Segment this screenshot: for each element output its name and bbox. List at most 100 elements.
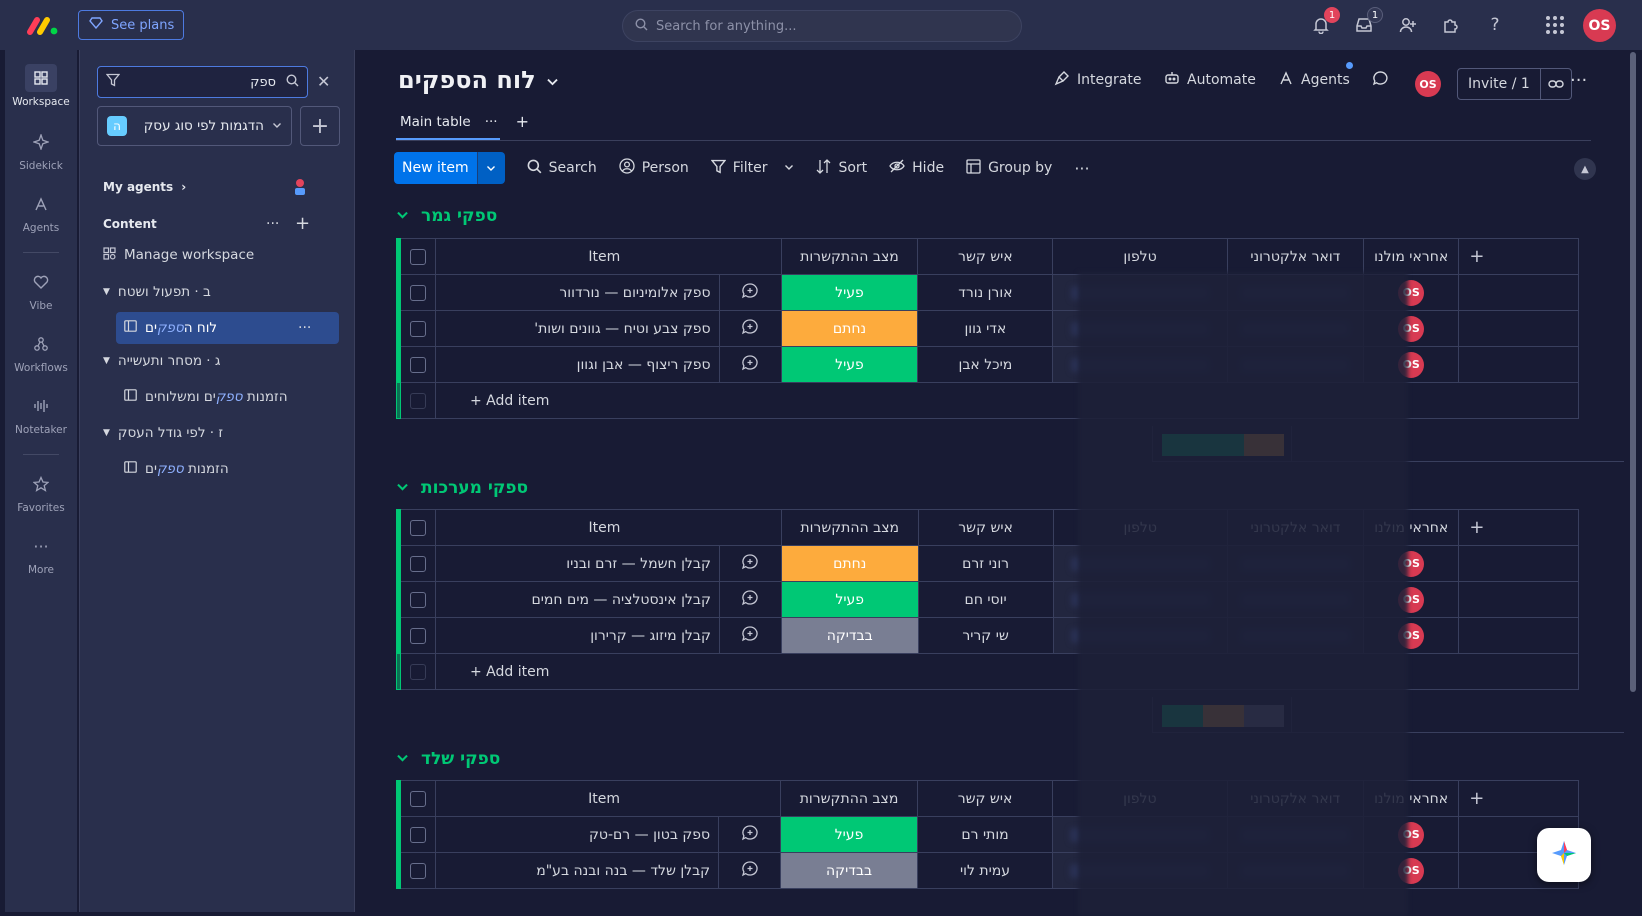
add-update-icon[interactable] — [718, 581, 782, 618]
tree-folder[interactable]: ▼ ז · לפי גודל העסק — [103, 420, 223, 446]
add-update-icon[interactable] — [718, 346, 782, 383]
contact-cell[interactable]: יוסי חם — [917, 581, 1054, 618]
collapse-header-icon[interactable]: ▲ — [1574, 158, 1596, 180]
item-name[interactable]: קבלן אינסטלציה — מים חמים — [434, 581, 720, 618]
row-checkbox[interactable] — [399, 816, 437, 853]
item-name[interactable]: ספק בטון — רם-טק — [434, 816, 720, 853]
item-name[interactable]: קבלן שלד — בנה ובנה בע"מ — [434, 852, 720, 889]
column-header-status[interactable]: מצב ההתקשרות — [780, 780, 918, 817]
integrations-puzzle-icon[interactable] — [1439, 13, 1463, 37]
tree-folder[interactable]: ▼ ג · מסחר ותעשייה — [103, 348, 220, 374]
add-update-icon[interactable] — [718, 545, 782, 582]
agent-avatar-icon[interactable] — [292, 174, 308, 200]
content-add-icon[interactable]: + — [295, 210, 310, 236]
add-workspace-item-button[interactable]: + — [300, 106, 340, 146]
column-header-owner[interactable]: אחראי מולנו — [1362, 238, 1460, 275]
person-filter-button[interactable]: Person — [619, 158, 689, 178]
row-checkbox[interactable] — [399, 274, 437, 311]
item-name[interactable]: קבלן מיזוג — קרירון — [434, 617, 720, 654]
user-avatar[interactable]: OS — [1583, 9, 1616, 42]
column-header-item[interactable]: Item — [434, 509, 782, 546]
filter-icon[interactable] — [105, 73, 121, 91]
select-all-checkbox[interactable] — [399, 780, 437, 817]
board-owner-avatar[interactable]: OS — [1415, 71, 1441, 97]
status-cell[interactable]: נחתם — [780, 310, 919, 347]
column-header-contact[interactable]: איש קשר — [917, 238, 1054, 275]
close-search-icon[interactable]: ✕ — [317, 72, 330, 91]
tab-main-table[interactable]: Main table ··· + — [400, 112, 529, 131]
contact-cell[interactable]: מיכל אבן — [917, 346, 1054, 383]
row-checkbox[interactable] — [399, 310, 437, 347]
add-update-icon[interactable] — [718, 310, 782, 347]
chevron-down-icon[interactable] — [396, 749, 409, 769]
add-column-icon[interactable]: + — [1458, 780, 1579, 817]
column-header-contact[interactable]: איש קשר — [916, 780, 1054, 817]
status-cell[interactable]: פעיל — [780, 581, 919, 618]
rail-item-more[interactable]: ··· More — [5, 532, 77, 577]
integrate-button[interactable]: Integrate — [1054, 70, 1141, 90]
tree-board-item[interactable]: הזמנות ספקים ומשלוחים — [124, 384, 288, 410]
select-all-checkbox[interactable] — [399, 509, 436, 546]
comments-icon[interactable] — [1372, 70, 1389, 87]
chevron-down-icon[interactable] — [396, 478, 409, 498]
chevron-down-icon[interactable] — [784, 160, 794, 176]
contact-cell[interactable]: שי קריר — [917, 617, 1054, 654]
status-cell[interactable]: פעיל — [780, 274, 919, 311]
contact-cell[interactable]: רוני זרם — [917, 545, 1054, 582]
row-checkbox[interactable] — [399, 545, 436, 582]
column-header-contact[interactable]: איש קשר — [917, 509, 1054, 546]
column-header-item[interactable]: Item — [435, 238, 782, 275]
group-title[interactable]: ספקי שלד — [396, 749, 500, 769]
status-cell[interactable]: נחתם — [780, 545, 919, 582]
row-checkbox[interactable] — [399, 581, 436, 618]
tree-board-item[interactable]: לוח הספקים — [124, 315, 217, 341]
status-cell[interactable]: פעיל — [780, 816, 918, 853]
row-checkbox[interactable] — [399, 852, 437, 889]
workspace-selector[interactable]: ה הדגמות לפי סוג עסק — [97, 106, 292, 146]
copy-link-icon[interactable] — [1541, 78, 1571, 90]
automate-button[interactable]: Automate — [1164, 70, 1256, 90]
my-agents-link[interactable]: My agents › — [103, 174, 186, 200]
new-item-label[interactable]: New item — [394, 152, 477, 184]
column-header-status[interactable]: מצב ההתקשרות — [780, 238, 919, 275]
group-by-button[interactable]: Group by — [966, 158, 1052, 178]
select-all-checkbox[interactable] — [399, 238, 437, 275]
tree-folder[interactable]: ▼ ב · תפעול ושטח — [103, 279, 211, 305]
chevron-down-icon[interactable] — [476, 152, 505, 184]
toolbar-more-icon[interactable]: ··· — [1074, 159, 1089, 178]
item-name[interactable]: ספק צבע וטיח — גוונים ושות' — [435, 310, 720, 347]
column-header-email[interactable]: דואר אלקטרוני — [1226, 238, 1365, 275]
sidekick-sparkle-button[interactable] — [1537, 828, 1591, 882]
add-update-icon[interactable] — [718, 617, 782, 654]
status-cell[interactable]: בבדיקה — [780, 617, 919, 654]
contact-cell[interactable]: עמית לוי — [916, 852, 1054, 889]
column-header-status[interactable]: מצב ההתקשרות — [780, 509, 919, 546]
agents-button[interactable]: Agents — [1278, 62, 1353, 90]
manage-workspace-link[interactable]: Manage workspace — [103, 242, 254, 268]
chevron-down-icon[interactable] — [396, 206, 409, 226]
add-update-icon[interactable] — [718, 816, 782, 853]
invite-button[interactable]: Invite / 1 — [1457, 68, 1572, 100]
rail-item-workflows[interactable]: Workflows — [5, 330, 77, 374]
workspace-search-input[interactable]: ספק — [97, 66, 308, 98]
vertical-scrollbar[interactable] — [1630, 52, 1636, 692]
monday-logo[interactable] — [26, 14, 60, 36]
inbox-icon[interactable]: 1 — [1352, 7, 1383, 37]
add-view-icon[interactable]: + — [516, 112, 529, 131]
sort-button[interactable]: Sort — [816, 158, 867, 178]
item-name[interactable]: קבלן חשמל — זרם ובניו — [434, 545, 720, 582]
tree-board-item[interactable]: הזמנות ספקים — [124, 456, 229, 482]
notifications-bell-icon[interactable]: 1 — [1309, 7, 1340, 37]
column-header-phone[interactable]: טלפון — [1052, 238, 1228, 275]
apps-grid-icon[interactable] — [1543, 13, 1567, 37]
add-column-icon[interactable]: + — [1458, 238, 1579, 275]
rail-item-vibe[interactable]: Vibe — [5, 268, 77, 312]
hide-button[interactable]: Hide — [889, 159, 944, 177]
group-title[interactable]: ספקי מערכות — [396, 478, 528, 498]
add-column-icon[interactable]: + — [1458, 509, 1579, 546]
board-more-icon[interactable]: ··· — [298, 315, 311, 341]
rail-item-agents[interactable]: Agents — [5, 190, 77, 234]
add-update-icon[interactable] — [718, 274, 782, 311]
group-title[interactable]: ספקי גמר — [396, 206, 497, 226]
invite-members-icon[interactable] — [1396, 13, 1420, 37]
